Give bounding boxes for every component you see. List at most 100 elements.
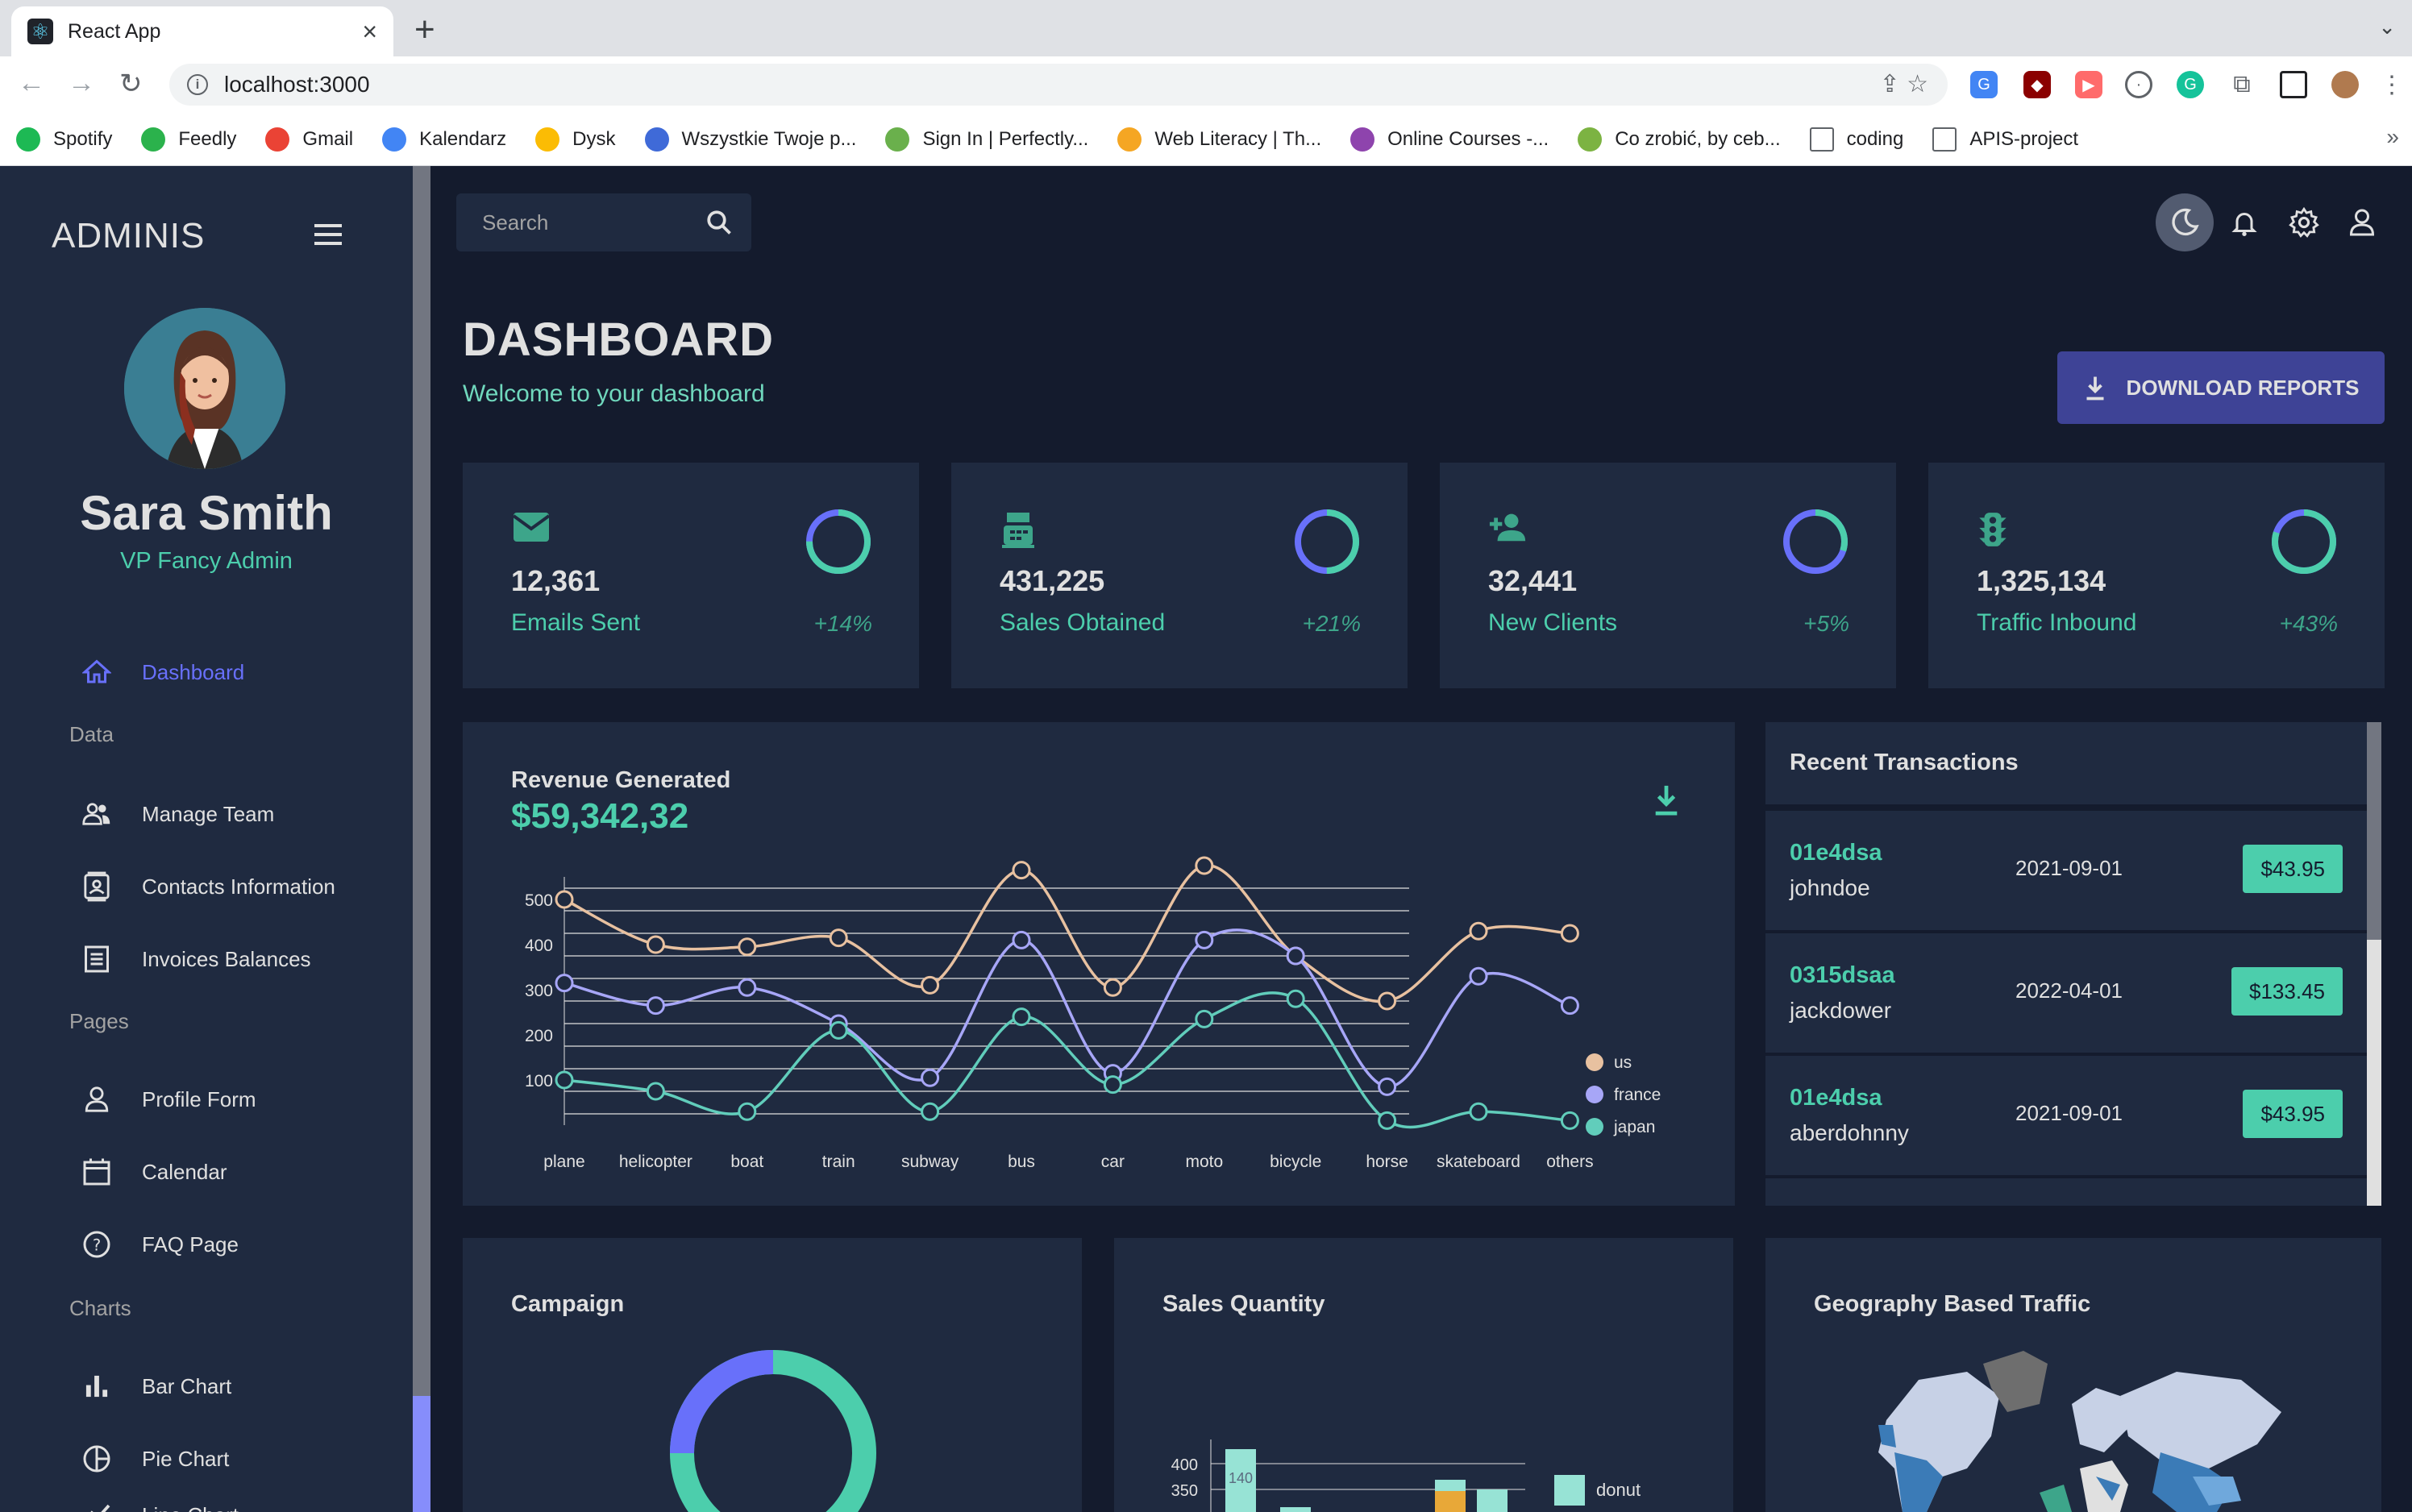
sidebar-item-label: Bar Chart — [142, 1373, 232, 1398]
settings-gear-icon[interactable] — [2275, 193, 2333, 251]
bookmark-item[interactable]: Web Literacy | Th... — [1117, 127, 1321, 152]
transaction-date: 2022-04-01 — [2015, 978, 2123, 1003]
bookmark-item[interactable]: Co zrobić, by ceb... — [1578, 127, 1781, 152]
world-map — [1878, 1351, 2281, 1512]
search-input[interactable] — [482, 210, 692, 235]
x-tick-label: horse — [1366, 1153, 1408, 1171]
profile-avatar-icon[interactable] — [2331, 71, 2359, 98]
sidebar-item-manage-team[interactable]: Manage Team — [81, 798, 274, 830]
transaction-row[interactable] — [1765, 1178, 2367, 1206]
tab-search-chevron-icon[interactable]: ⌄ — [2378, 15, 2396, 39]
line-chart-icon — [81, 1499, 113, 1512]
grammarly-extension-icon[interactable]: G — [2177, 71, 2204, 98]
bar-chart-icon — [81, 1370, 113, 1402]
bookmark-item[interactable]: Feedly — [141, 127, 236, 152]
ublock-extension-icon[interactable]: ◆ — [2023, 71, 2051, 98]
sidebar-item-line-chart[interactable]: Line Chart — [81, 1499, 239, 1512]
data-point — [829, 1020, 848, 1040]
side-panel-icon[interactable] — [2280, 71, 2307, 98]
sidebar-item-contacts[interactable]: Contacts Information — [81, 870, 335, 903]
dark-mode-toggle-icon[interactable] — [2156, 193, 2214, 251]
code-extension-icon[interactable]: · — [2125, 71, 2152, 98]
notifications-bell-icon[interactable] — [2215, 193, 2273, 251]
legend-label: japan — [1613, 1118, 1655, 1136]
reload-icon[interactable]: ↻ — [119, 68, 143, 100]
campaign-card: Campaign — [463, 1238, 1082, 1512]
person-add-icon — [1488, 511, 1528, 547]
stat-label: Traffic Inbound — [1977, 609, 2137, 636]
x-tick-label: boat — [730, 1153, 763, 1171]
bookmark-item[interactable]: Dysk — [535, 127, 616, 152]
transactions-scrollbar[interactable] — [2367, 722, 2381, 1206]
transaction-row[interactable]: 0315dsaa jackdower 2022-04-01 $133.45 — [1765, 933, 2367, 1053]
forward-arrow-icon[interactable]: → — [68, 68, 95, 99]
browser-tab[interactable]: ⚛ React App × — [11, 6, 393, 56]
new-tab-button[interactable]: + — [414, 10, 435, 50]
sidebar-item-bar-chart[interactable]: Bar Chart — [81, 1370, 231, 1402]
bookmark-item[interactable]: Kalendarz — [382, 127, 506, 152]
red-play-extension-icon[interactable]: ▶ — [2075, 71, 2102, 98]
transaction-user: jackdower — [1790, 998, 1892, 1023]
tab-close-icon[interactable]: × — [362, 17, 377, 47]
legend-label: france — [1614, 1086, 1661, 1104]
download-icon — [2086, 376, 2104, 401]
people-icon — [81, 798, 113, 830]
user-account-icon[interactable] — [2333, 193, 2391, 251]
progress-ring — [2272, 509, 2336, 574]
sidebar-item-label: Manage Team — [142, 801, 275, 826]
translate-extension-icon[interactable]: G — [1970, 71, 1998, 98]
browser-menu-icon[interactable]: ⋮ — [2378, 71, 2406, 98]
transaction-id: 0315dsaa — [1790, 962, 1895, 988]
transaction-user: johndoe — [1790, 875, 1870, 900]
sidebar-item-profile-form[interactable]: Profile Form — [81, 1083, 256, 1115]
y-tick-label: 200 — [525, 1027, 553, 1045]
transaction-row[interactable]: 01e4dsa aberdohnny 2021-09-01 $43.95 — [1765, 1056, 2367, 1175]
share-and-bookmark-star-icon[interactable]: ⇪ ☆ — [1880, 70, 1928, 98]
search-icon[interactable] — [705, 208, 734, 241]
data-point — [1378, 991, 1397, 1011]
transaction-user: aberdohnny — [1790, 1120, 1909, 1145]
sidebar-item-dashboard[interactable]: Dashboard — [81, 656, 244, 688]
sidebar-scrollbar-thumb[interactable] — [413, 166, 430, 1396]
sidebar-item-label: Contacts Information — [142, 874, 335, 899]
sidebar-item-calendar[interactable]: Calendar — [81, 1156, 227, 1188]
email-icon — [511, 511, 551, 547]
download-reports-button[interactable]: DOWNLOAD REPORTS — [2057, 351, 2385, 424]
transactions-scrollbar-thumb[interactable] — [2367, 722, 2381, 940]
bookmark-item[interactable]: Spotify — [16, 127, 112, 152]
geography-card: Geography Based Traffic — [1765, 1238, 2381, 1512]
sidebar-item-pie-chart[interactable]: Pie Chart — [81, 1443, 229, 1475]
extensions-puzzle-icon[interactable]: ⧉ — [2228, 71, 2256, 98]
bookmark-item[interactable]: coding — [1809, 127, 1903, 152]
data-point — [1195, 1009, 1214, 1028]
bookmark-item[interactable]: Online Courses -... — [1350, 127, 1549, 152]
sidebar-item-invoices[interactable]: Invoices Balances — [81, 943, 311, 975]
site-info-icon[interactable]: i — [187, 74, 208, 95]
pie-chart-icon — [81, 1443, 113, 1475]
x-tick-label: moto — [1185, 1153, 1223, 1171]
bar — [1477, 1489, 1508, 1512]
back-arrow-icon[interactable]: ← — [18, 68, 45, 99]
bookmarks-overflow-icon[interactable]: » — [2386, 124, 2399, 150]
bookmark-item[interactable]: Wszystkie Twoje p... — [644, 127, 856, 152]
legend-swatch — [1554, 1475, 1585, 1506]
browser-toolbar: ← → ↻ i localhost:3000 ⇪ ☆ G ◆ ▶ · G ⧉ ⋮ — [0, 56, 2412, 113]
bookmark-item[interactable]: Gmail — [265, 127, 353, 152]
sidebar-item-faq[interactable]: ? FAQ Page — [81, 1228, 239, 1261]
bookmark-item[interactable]: APIS-project — [1932, 127, 2078, 152]
menu-toggle-icon[interactable] — [314, 224, 342, 251]
stat-card-traffic: 1,325,134 Traffic Inbound +43% — [1928, 463, 2385, 688]
x-tick-label: car — [1101, 1153, 1125, 1171]
data-point — [1560, 1111, 1579, 1130]
data-point — [738, 1102, 757, 1121]
address-bar[interactable]: i localhost:3000 ⇪ ☆ — [169, 64, 1948, 106]
bookmark-item[interactable]: Sign In | Perfectly... — [885, 127, 1088, 152]
transaction-row[interactable]: 01e4dsa johndoe 2021-09-01 $43.95 — [1765, 811, 2367, 930]
sidebar: ADMINIS Sara Smith VP Fancy Admin Dashbo… — [0, 166, 413, 1512]
sidebar-item-label: Profile Form — [142, 1086, 256, 1111]
sidebar-item-label: FAQ Page — [142, 1232, 239, 1257]
sidebar-scrollbar[interactable] — [413, 166, 430, 1512]
data-point — [1195, 856, 1214, 875]
stat-increase: +14% — [813, 611, 872, 636]
bookmark-label: Sign In | Perfectly... — [922, 127, 1089, 150]
